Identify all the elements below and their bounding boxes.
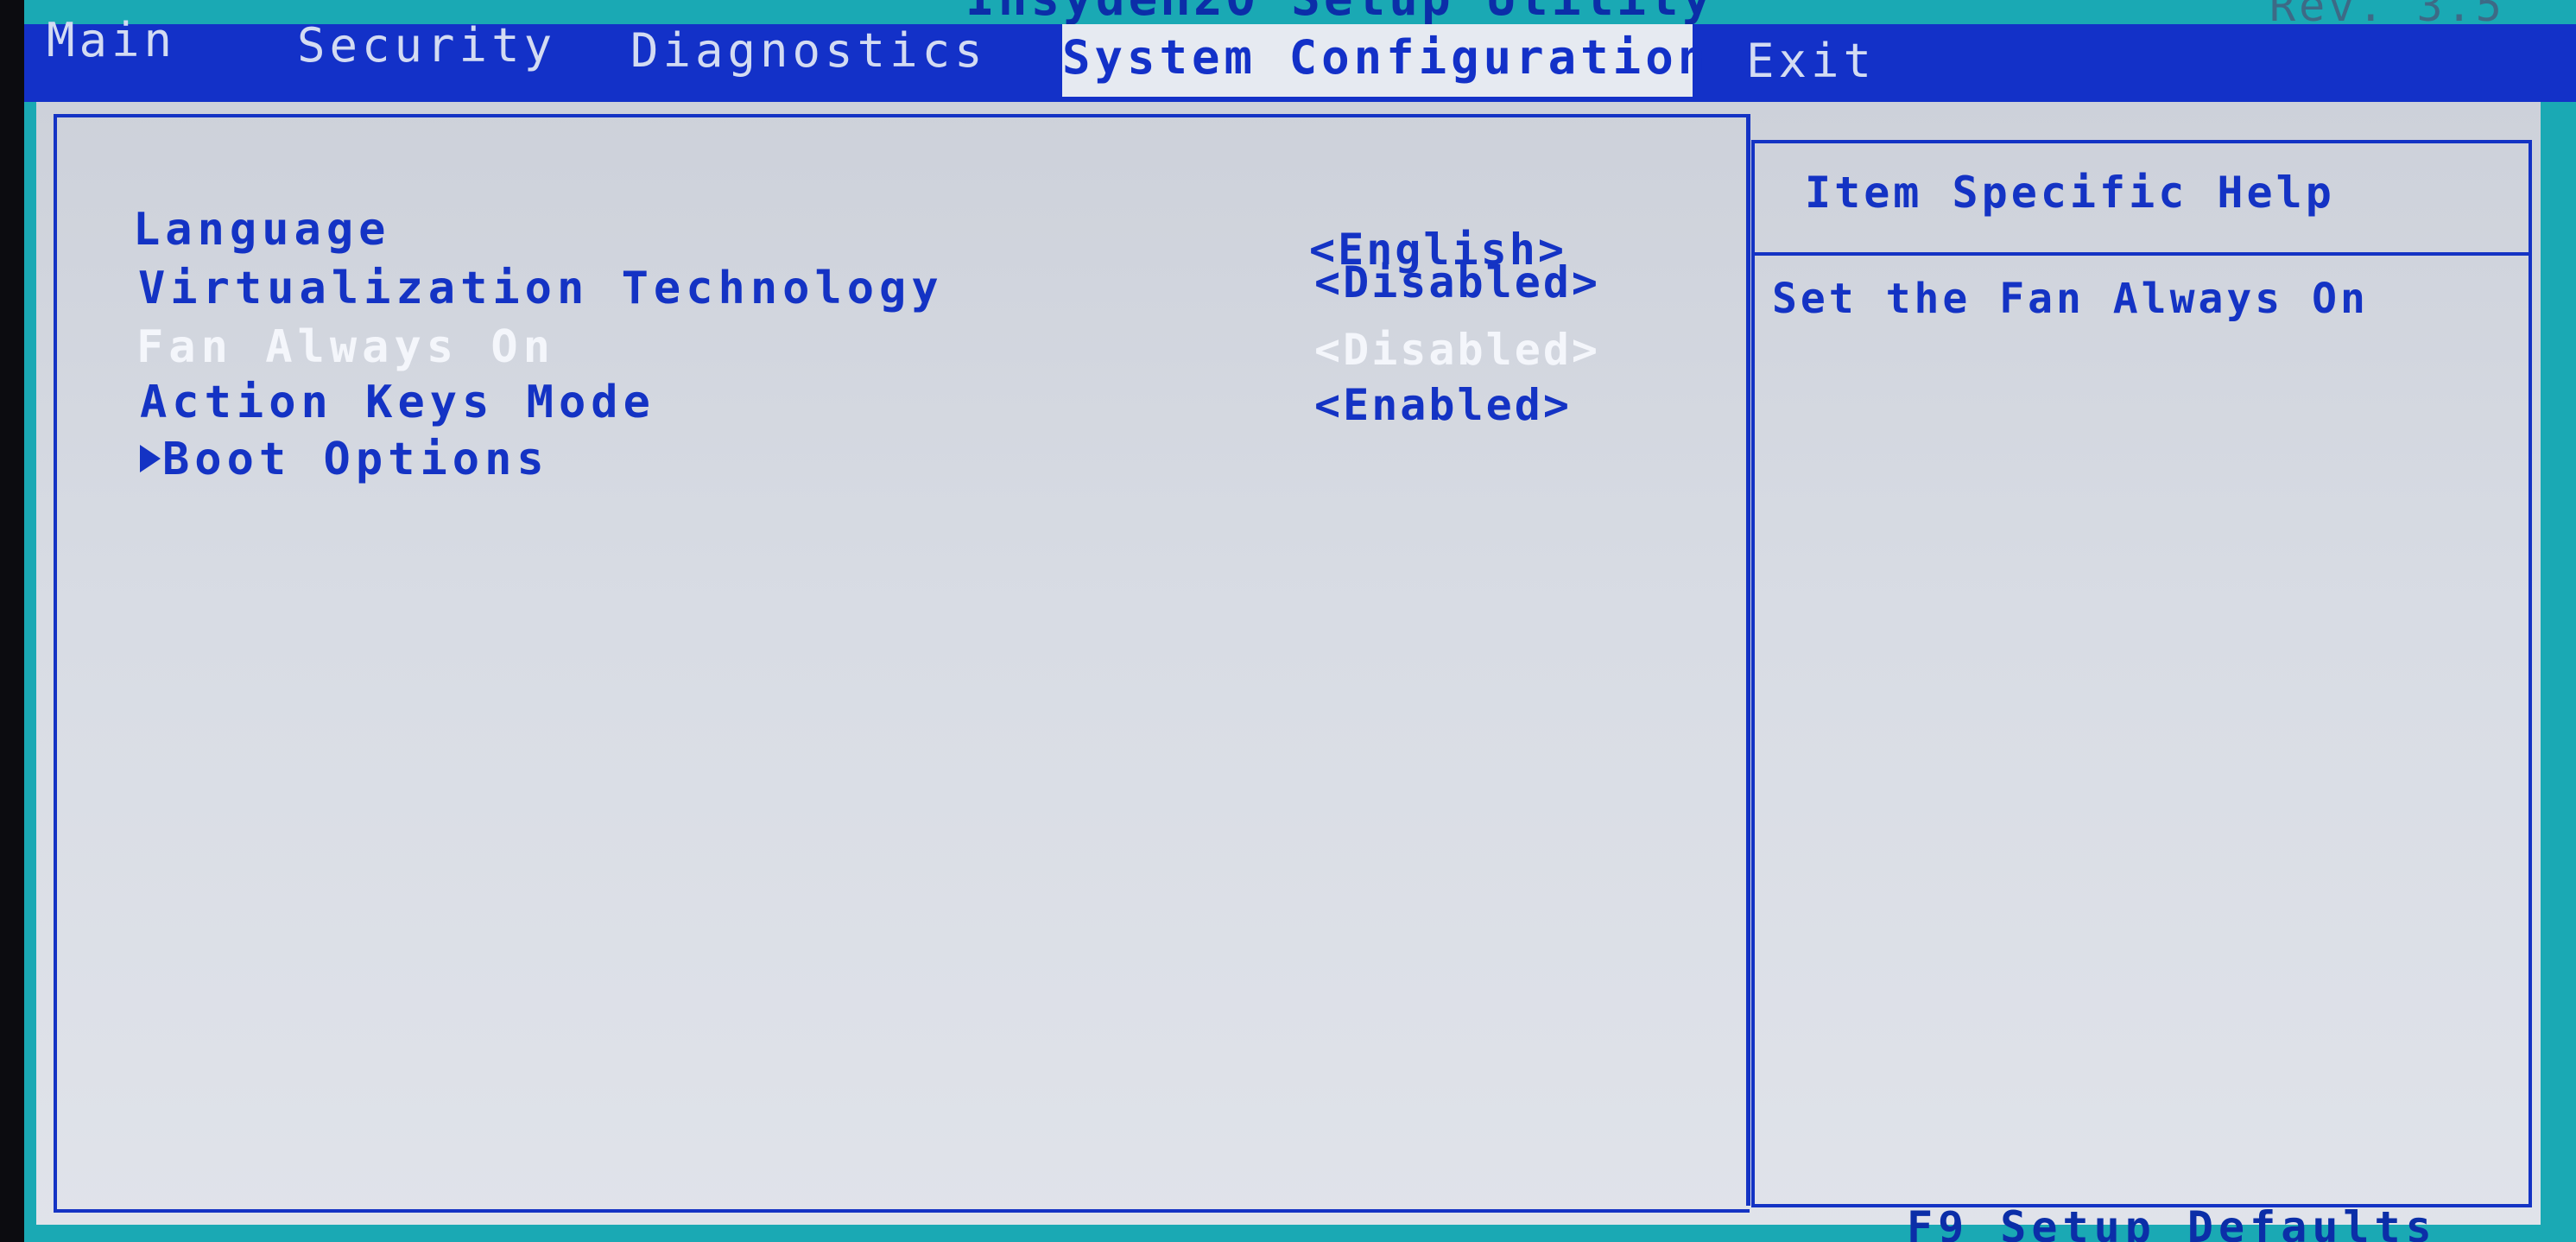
tab-exit-label: Exit (1746, 34, 1877, 88)
content-area: Language <English> Virtualization Techno… (36, 97, 2541, 1242)
setting-language[interactable]: Language <English> (57, 204, 1750, 275)
setting-action-keys-mode[interactable]: Action Keys Mode <Enabled> (57, 377, 1750, 432)
tab-security-label: Security (297, 18, 557, 73)
tab-system-configuration[interactable]: System Configuration (1062, 24, 1706, 104)
help-title: Item Specific Help (1805, 168, 2335, 218)
tab-exit[interactable]: Exit (1746, 28, 1876, 105)
boot-options-text: Boot Options (162, 434, 549, 485)
tab-diagnostics[interactable]: Diagnostics (630, 17, 987, 95)
tab-main-label: Main (47, 13, 177, 67)
help-text: Set the Fan Always On (1772, 275, 2369, 323)
app-title: InsydeH2O Setup Utility (965, 0, 1714, 27)
setting-fan-always-on-label: Fan Always On (136, 321, 555, 373)
setting-action-keys-mode-value[interactable]: <Enabled> (1314, 380, 1572, 430)
setting-fan-always-on-value[interactable]: <Disabled> (1314, 325, 1600, 375)
tab-security[interactable]: Security (297, 12, 556, 90)
setting-virtualization-label: Virtualization Technology (138, 263, 944, 314)
footer-hint: F9 Setup Defaults (1907, 1202, 2437, 1242)
bottom-bar: F9 Setup Defaults (24, 1202, 2576, 1242)
settings-panel: Language <English> Virtualization Techno… (54, 114, 1750, 1213)
help-panel: Item Specific Help Set the Fan Always On (1751, 140, 2532, 1207)
setting-fan-always-on[interactable]: Fan Always On <Disabled> (57, 321, 1750, 377)
tab-diagnostics-label: Diagnostics (630, 23, 987, 78)
setting-boot-options-label: Boot Options (140, 434, 549, 485)
tab-main[interactable]: Main (47, 7, 176, 85)
panel-divider (1746, 114, 1750, 1206)
setting-language-label: Language (133, 204, 391, 256)
setting-boot-options[interactable]: Boot Options (57, 434, 1750, 489)
menu-bar: Main Security Diagnostics System Configu… (24, 13, 2576, 105)
submenu-arrow-icon (140, 445, 161, 472)
setting-action-keys-mode-label: Action Keys Mode (140, 377, 655, 428)
tab-system-configuration-label: System Configuration (1062, 30, 1711, 85)
bios-screen: InsydeH2O Setup Utility Rev. 3.5 Main Se… (24, 0, 2576, 1242)
setting-virtualization-value[interactable]: <Disabled> (1314, 257, 1600, 307)
setting-virtualization-technology[interactable]: Virtualization Technology <Disabled> (57, 257, 1750, 318)
help-separator (1755, 252, 2529, 256)
